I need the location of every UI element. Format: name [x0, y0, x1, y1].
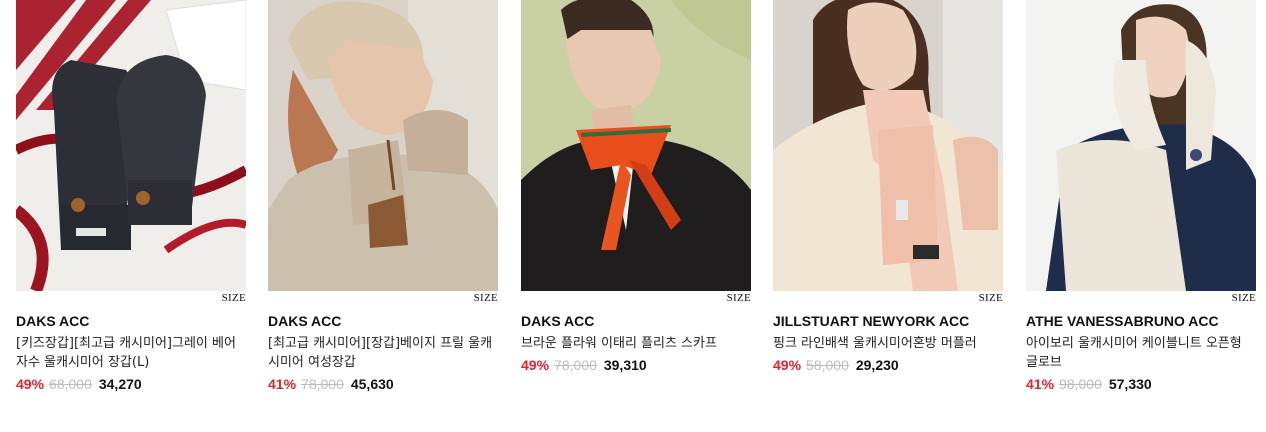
- discount-rate: 49%: [16, 376, 45, 392]
- discount-rate: 41%: [1026, 376, 1055, 392]
- product-image[interactable]: [773, 0, 1003, 291]
- product-card[interactable]: SIZE DAKS ACC [최고급 캐시미어][장갑]베이지 프릴 울캐시미어…: [268, 0, 498, 393]
- product-image[interactable]: [16, 0, 246, 291]
- price-row: 41% 78,000 45,630: [268, 375, 498, 393]
- discount-rate: 49%: [521, 357, 550, 373]
- discount-rate: 41%: [268, 376, 297, 392]
- price-row: 49% 68,000 34,270: [16, 375, 246, 393]
- product-card[interactable]: SIZE DAKS ACC 브라운 플라워 이태리 플리츠 스카프 49% 78,…: [521, 0, 751, 374]
- product-image[interactable]: [521, 0, 751, 291]
- size-label[interactable]: SIZE: [979, 292, 1003, 304]
- sale-price: 29,230: [855, 357, 899, 373]
- product-name[interactable]: [최고급 캐시미어][장갑]베이지 프릴 울캐시미어 여성장갑: [268, 334, 498, 372]
- product-card[interactable]: SIZE ATHE VANESSABRUNO ACC 아이보리 울캐시미어 케이…: [1026, 0, 1256, 393]
- product-image-pink-muffler: [773, 0, 1003, 291]
- product-name[interactable]: [키즈장갑][최고급 캐시미어]그레이 베어 자수 울캐시미어 장갑(L): [16, 334, 246, 372]
- brand-name[interactable]: DAKS ACC: [16, 313, 246, 329]
- product-card[interactable]: SIZE DAKS ACC [키즈장갑][최고급 캐시미어]그레이 베어 자수 …: [16, 0, 246, 393]
- product-name[interactable]: 브라운 플라워 이태리 플리츠 스카프: [521, 334, 751, 353]
- original-price: 98,000: [1059, 376, 1102, 392]
- size-label[interactable]: SIZE: [222, 292, 246, 304]
- sale-price: 39,310: [603, 357, 647, 373]
- product-grid: SIZE DAKS ACC [키즈장갑][최고급 캐시미어]그레이 베어 자수 …: [0, 0, 1266, 432]
- product-image[interactable]: [1026, 0, 1256, 291]
- original-price: 78,000: [301, 376, 344, 392]
- price-row: 41% 98,000 57,330: [1026, 375, 1256, 393]
- sale-price: 45,630: [350, 376, 394, 392]
- product-image[interactable]: [268, 0, 498, 291]
- size-label[interactable]: SIZE: [1232, 292, 1256, 304]
- original-price: 78,000: [554, 357, 597, 373]
- price-row: 49% 58,000 29,230: [773, 356, 1003, 374]
- discount-rate: 49%: [773, 357, 802, 373]
- size-label[interactable]: SIZE: [727, 292, 751, 304]
- product-image-scarf: [521, 0, 751, 291]
- original-price: 68,000: [49, 376, 92, 392]
- product-name[interactable]: 아이보리 울캐시미어 케이블니트 오픈형 글로브: [1026, 334, 1256, 372]
- brand-name[interactable]: DAKS ACC: [268, 313, 498, 329]
- brand-name[interactable]: JILLSTUART NEWYORK ACC: [773, 313, 1003, 329]
- product-name[interactable]: 핑크 라인배색 울캐시미어혼방 머플러: [773, 334, 1003, 353]
- product-image-beige-gloves: [268, 0, 498, 291]
- product-image-ivory-gloves: [1026, 0, 1256, 291]
- brand-name[interactable]: ATHE VANESSABRUNO ACC: [1026, 313, 1256, 329]
- product-card[interactable]: SIZE JILLSTUART NEWYORK ACC 핑크 라인배색 울캐시미…: [773, 0, 1003, 374]
- brand-name[interactable]: DAKS ACC: [521, 313, 751, 329]
- sale-price: 57,330: [1108, 376, 1152, 392]
- size-label[interactable]: SIZE: [474, 292, 498, 304]
- sale-price: 34,270: [98, 376, 142, 392]
- price-row: 49% 78,000 39,310: [521, 356, 751, 374]
- original-price: 58,000: [806, 357, 849, 373]
- product-image-gloves: [16, 0, 246, 291]
